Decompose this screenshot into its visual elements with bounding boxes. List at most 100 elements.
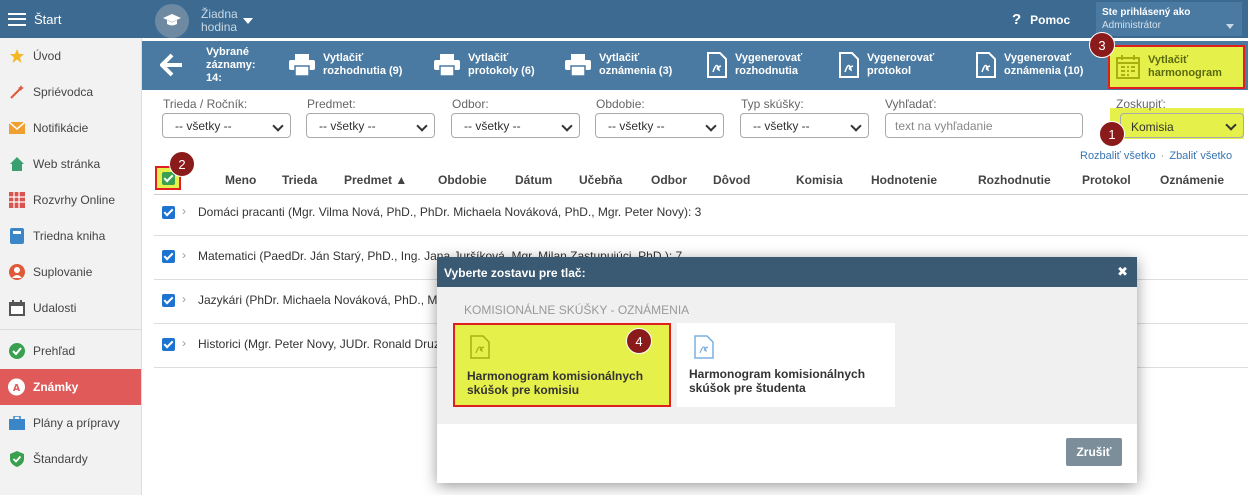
chevron-right-icon[interactable]: › [182, 248, 186, 262]
sidebar-item-triedna-kniha[interactable]: Triedna kniha [0, 218, 141, 254]
option-line2: skúšok pre študenta [689, 381, 806, 395]
calendar-icon [1116, 55, 1140, 79]
column-datum[interactable]: Dátum [515, 173, 552, 187]
link-separator: · [1160, 150, 1165, 162]
print-oznamenia-button[interactable]: Vytlačiť oznámenia (3) [565, 52, 672, 78]
row-checkbox[interactable] [162, 294, 175, 307]
zoskupit-select[interactable]: Komisia [1120, 113, 1244, 138]
button-line2: protokol [867, 65, 911, 77]
sidebar-item-rozvrhy-online[interactable]: Rozvrhy Online [0, 182, 141, 218]
expand-all-link[interactable]: Rozbaliť všetko [1080, 150, 1156, 162]
sidebar-item-web-stranka[interactable]: Web stránka [0, 146, 141, 182]
option-line1: Harmonogram komisionálnych [689, 367, 866, 381]
column-protokol[interactable]: Protokol [1082, 173, 1131, 187]
generate-protokol-button[interactable]: Vygenerovať protokol [839, 52, 934, 78]
column-meno[interactable]: Meno [225, 173, 256, 187]
column-dovod[interactable]: Dôvod [713, 173, 750, 187]
button-line1: Vygenerovať [1004, 52, 1072, 64]
pdf-icon [470, 335, 490, 362]
cancel-button[interactable]: Zrušiť [1066, 438, 1122, 466]
sidebar-item-standardy[interactable]: Štandardy [0, 441, 141, 477]
button-line2: oznámenia (10) [1004, 65, 1084, 77]
trieda-select[interactable]: -- všetky -- [162, 113, 291, 138]
sidebar-item-label: Web stránka [33, 157, 101, 171]
row-checkbox[interactable] [162, 338, 175, 351]
button-line2: rozhodnutia (9) [323, 65, 403, 77]
shield-icon [8, 451, 25, 468]
column-oznamenie[interactable]: Oznámenie [1160, 173, 1224, 187]
section-heading: KOMISIONÁLNE SKÚŠKY - OZNÁMENIA [464, 303, 690, 317]
selected-line2: záznamy: [206, 59, 256, 71]
sidebar-item-label: Triedna kniha [33, 229, 106, 243]
column-komisia[interactable]: Komisia [796, 173, 843, 187]
column-rozhodnutie[interactable]: Rozhodnutie [978, 173, 1051, 187]
sidebar-item-suplovanie[interactable]: Suplovanie [0, 254, 141, 290]
column-odbor[interactable]: Odbor [651, 173, 687, 187]
harmonogram-student-option[interactable]: Harmonogram komisionálnych skúšok pre št… [677, 323, 895, 407]
user-menu[interactable]: Ste prihlásený ako Administrátor [1096, 2, 1242, 36]
row-checkbox[interactable] [162, 206, 175, 219]
start-label: Štart [34, 11, 62, 27]
sidebar-item-label: Štandardy [33, 452, 88, 466]
print-protokoly-button[interactable]: Vytlačiť protokoly (6) [434, 52, 535, 78]
print-harmonogram-button[interactable]: Vytlačiť harmonogram [1108, 45, 1245, 89]
chevron-right-icon[interactable]: › [182, 204, 186, 218]
star-icon [8, 48, 25, 65]
obdobie-select[interactable]: -- všetky -- [595, 113, 724, 138]
printer-icon [434, 54, 460, 76]
start-menu-button[interactable]: Štart [0, 0, 142, 38]
sidebar-item-plany-a-pripravy[interactable]: Plány a prípravy [0, 405, 141, 441]
chevron-down-icon [242, 18, 253, 24]
chevron-right-icon[interactable]: › [182, 336, 186, 350]
step-badge-2: 2 [169, 151, 195, 177]
calendar-grid-icon [8, 192, 25, 209]
generate-oznamenia-button[interactable]: Vygenerovať oznámenia (10) [976, 52, 1083, 78]
print-rozhodnutia-button[interactable]: Vytlačiť rozhodnutia (9) [289, 52, 402, 78]
sidebar-item-prehlad[interactable]: Prehľad [0, 333, 141, 369]
zoskupit-label: Zoskupiť: [1116, 97, 1166, 111]
envelope-icon [8, 120, 25, 137]
odbor-label: Odbor: [452, 97, 489, 111]
pdf-icon [976, 52, 996, 78]
table-row[interactable]: › Domáci pracanti (Mgr. Vilma Nová, PhD.… [154, 192, 1248, 236]
lesson-line2: hodina [201, 20, 238, 34]
typ-skusky-label: Typ skúšky: [741, 97, 804, 111]
arrow-left-icon [159, 53, 182, 77]
step-badge-3: 3 [1089, 32, 1115, 58]
wand-icon [8, 84, 25, 101]
sidebar-item-uvod[interactable]: Úvod [0, 38, 141, 74]
predmet-select[interactable]: -- všetky -- [306, 113, 435, 138]
sidebar-item-znamky[interactable]: A Známky [0, 369, 141, 405]
step-badge-1: 1 [1099, 121, 1125, 147]
sidebar-item-udalosti[interactable]: Udalosti [0, 290, 141, 326]
lesson-selector[interactable]: Žiadna hodina [155, 4, 253, 38]
selected-count: 14: [206, 72, 222, 84]
search-input[interactable]: text na vyhľadanie [885, 113, 1083, 138]
sidebar-item-notifikacie[interactable]: Notifikácie [0, 110, 141, 146]
person-icon [8, 264, 25, 281]
back-button[interactable] [159, 53, 184, 80]
help-link[interactable]: ? Pomoc [1012, 11, 1070, 28]
column-predmet[interactable]: Predmet ▲ [344, 173, 407, 187]
sidebar-item-label: Notifikácie [33, 121, 89, 135]
group-label: Jazykári (PhDr. Michaela Nováková, PhD.,… [198, 293, 438, 307]
generate-rozhodnutia-button[interactable]: Vygenerovať rozhodnutia [707, 52, 802, 78]
close-icon[interactable]: ✖ [1117, 264, 1128, 280]
collapse-all-link[interactable]: Zbaliť všetko [1169, 150, 1232, 162]
column-hodnotenie[interactable]: Hodnotenie [871, 173, 937, 187]
row-checkbox[interactable] [162, 250, 175, 263]
column-obdobie[interactable]: Obdobie [438, 173, 487, 187]
odbor-select[interactable]: -- všetky -- [451, 113, 580, 138]
option-line1: Harmonogram komisionálnych [467, 369, 644, 383]
expand-collapse-links: Rozbaliť všetko · Zbaliť všetko [1080, 150, 1232, 162]
sidebar-divider [0, 329, 141, 330]
sidebar-item-label: Rozvrhy Online [33, 193, 116, 207]
chevron-right-icon[interactable]: › [182, 292, 186, 306]
button-line1: Vytlačiť [599, 52, 640, 64]
sidebar: Úvod Spriévodca Notifikácie Web stránka … [0, 38, 142, 495]
sidebar-item-sprievodca[interactable]: Spriévodca [0, 74, 141, 110]
sidebar-item-label: Prehľad [33, 344, 76, 358]
column-ucebna[interactable]: Učebňa [579, 173, 622, 187]
column-trieda[interactable]: Trieda [282, 173, 317, 187]
typ-skusky-select[interactable]: -- všetky -- [740, 113, 869, 138]
